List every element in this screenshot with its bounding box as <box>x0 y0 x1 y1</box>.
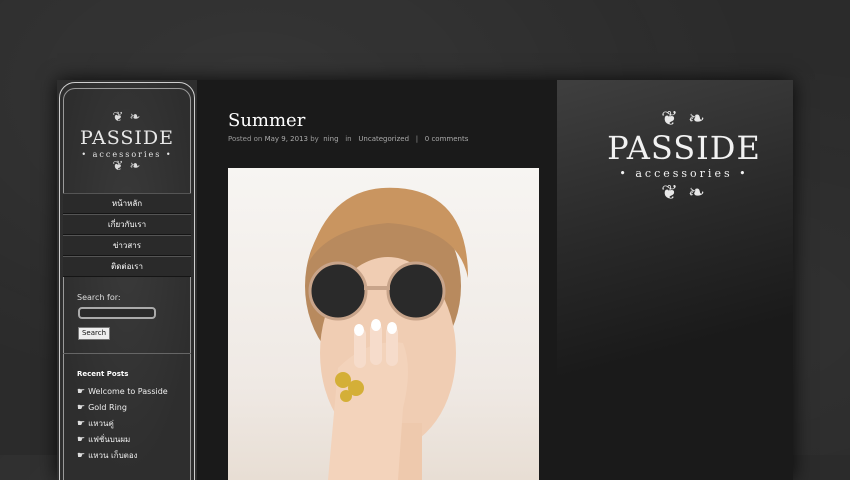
pointing-hand-icon: ☛ <box>77 419 86 429</box>
category-link[interactable]: Uncategorized <box>358 135 409 143</box>
recent-post-link[interactable]: Gold Ring <box>88 403 127 412</box>
nav-item-news[interactable]: ข่าวสาร <box>63 235 191 256</box>
sidebar-divider <box>63 353 191 354</box>
search-input[interactable] <box>78 307 156 319</box>
logo-subtitle: • accessories • <box>619 167 749 180</box>
pointing-hand-icon: ☛ <box>77 387 86 397</box>
flourish-top-icon: ❦ ❧ <box>661 106 707 130</box>
recent-posts-heading: Recent Posts <box>77 370 129 378</box>
main-nav: หน้าหลัก เกี่ยวกับเรา ข่าวสาร ติดต่อเรา <box>63 193 191 277</box>
post-image <box>228 168 539 480</box>
nav-item-about[interactable]: เกี่ยวกับเรา <box>63 214 191 235</box>
sidebar: ❦ ❧ PASSIDE • accessories • ❦ ❧ หน้าหลัก… <box>57 80 197 480</box>
site-frame: ❦ ❧ PASSIDE • accessories • ❦ ❧ หน้าหลัก… <box>57 80 793 480</box>
comments-link[interactable]: 0 comments <box>425 135 469 143</box>
recent-post-link[interactable]: แหวน เก็บตอง <box>88 451 138 460</box>
pointing-hand-icon: ☛ <box>77 403 86 413</box>
recent-posts-list: ☛ Welcome to Passide ☛ Gold Ring ☛ แหวนคู่ … <box>77 384 168 464</box>
nav-item-contact[interactable]: ติดต่อเรา <box>63 256 191 277</box>
recent-post-link[interactable]: แหวนคู่ <box>88 419 114 428</box>
logo-subtitle: • accessories • <box>81 150 173 159</box>
search-label: Search for: <box>77 293 121 302</box>
flourish-top-icon: ❦ ❧ <box>112 110 142 125</box>
recent-post-link[interactable]: Welcome to Passide <box>88 387 168 396</box>
meta-separator: | <box>415 135 419 143</box>
list-item[interactable]: ☛ แฟชั่นบนผม <box>77 432 168 448</box>
list-item[interactable]: ☛ Gold Ring <box>77 400 168 416</box>
by-text: by <box>310 135 319 143</box>
post-title[interactable]: Summer <box>228 110 305 131</box>
flourish-bottom-icon: ❦ ❧ <box>112 159 142 174</box>
list-item[interactable]: ☛ แหวนคู่ <box>77 416 168 432</box>
nav-item-home[interactable]: หน้าหลัก <box>63 193 191 214</box>
list-item[interactable]: ☛ แหวน เก็บตอง <box>77 448 168 464</box>
logo-brand: PASSIDE <box>79 127 175 149</box>
in-text: in <box>345 135 352 143</box>
search-button[interactable]: Search <box>78 327 110 340</box>
pointing-hand-icon: ☛ <box>77 435 86 445</box>
posted-prefix: Posted on <box>228 135 263 143</box>
flourish-bottom-icon: ❦ ❧ <box>661 180 707 204</box>
recent-post-link[interactable]: แฟชั่นบนผม <box>88 435 130 444</box>
post-meta: Posted on May 9, 2013 by ning in Uncateg… <box>228 135 468 143</box>
header-logo[interactable]: ❦ ❧ PASSIDE • accessories • ❦ ❧ <box>589 106 779 204</box>
list-item[interactable]: ☛ Welcome to Passide <box>77 384 168 400</box>
sidebar-logo[interactable]: ❦ ❧ PASSIDE • accessories • ❦ ❧ <box>57 110 197 174</box>
post-date-link[interactable]: May 9, 2013 <box>265 135 308 143</box>
post-photo-illustration <box>305 187 468 480</box>
author-link[interactable]: ning <box>323 135 338 143</box>
logo-brand: PASSIDE <box>607 129 761 167</box>
pointing-hand-icon: ☛ <box>77 451 86 461</box>
